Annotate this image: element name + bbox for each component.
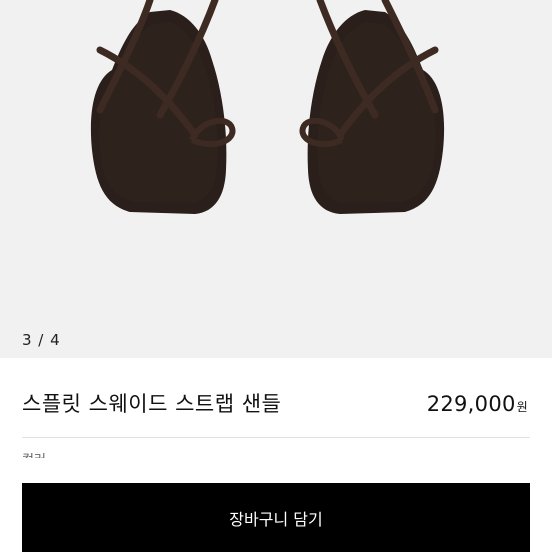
next-section-label: 컬러 bbox=[22, 448, 82, 458]
product-title: 스플릿 스웨이드 스트랩 샌들 bbox=[22, 392, 282, 416]
add-to-cart-button[interactable]: 장바구니 담기 bbox=[22, 483, 530, 552]
product-price: 229,000원 bbox=[427, 392, 528, 416]
price-value: 229,000 bbox=[426, 392, 516, 416]
product-image-gallery[interactable]: 3 / 4 bbox=[0, 0, 552, 358]
image-counter: 3 / 4 bbox=[22, 331, 61, 349]
price-currency: 원 bbox=[516, 400, 528, 414]
divider bbox=[22, 437, 530, 438]
sandal-image bbox=[90, 0, 445, 214]
product-info bbox=[0, 358, 552, 478]
